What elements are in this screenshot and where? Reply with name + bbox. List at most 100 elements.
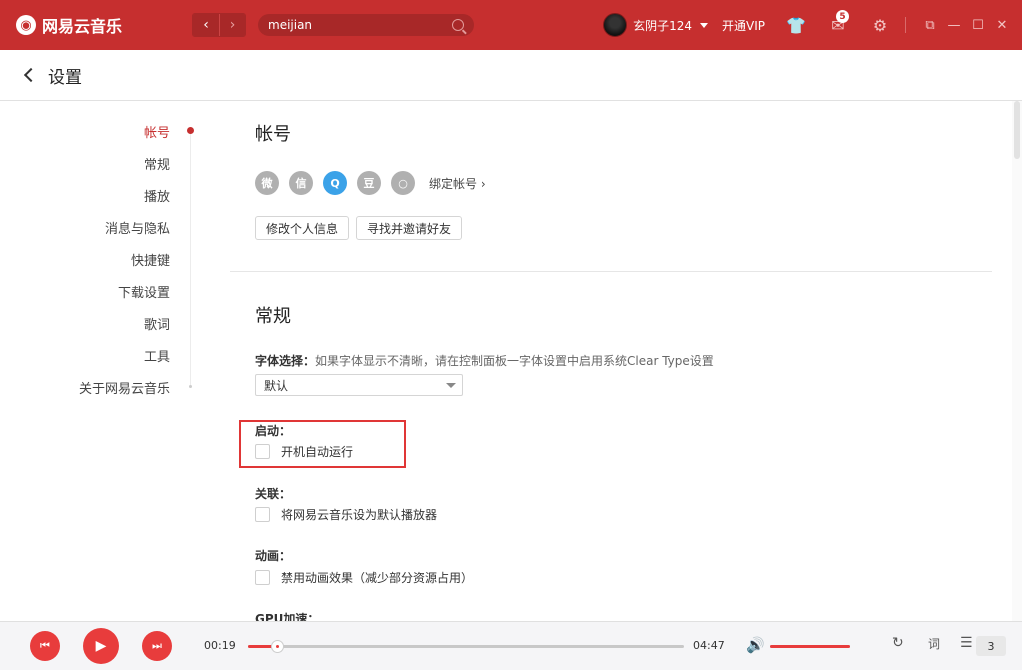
- next-track-icon: ⏭: [152, 639, 162, 652]
- search-icon[interactable]: [452, 19, 464, 31]
- lyrics-icon[interactable]: 词: [928, 635, 940, 652]
- app-name: 网易云音乐: [42, 17, 123, 36]
- startup-checkbox-row[interactable]: 开机自动运行: [255, 443, 353, 460]
- progress-handle[interactable]: [270, 640, 284, 653]
- association-checkbox-row[interactable]: 将网易云音乐设为默认播放器: [255, 506, 437, 523]
- account-buttons: 修改个人信息 寻找并邀请好友: [255, 216, 469, 240]
- weibo-icon[interactable]: 微: [255, 171, 279, 195]
- edit-profile-button[interactable]: 修改个人信息: [255, 216, 350, 240]
- startup-label-text: 启动：: [255, 424, 292, 438]
- player-bar: ⏮ ▶ ⏭ 00:19 04:47 🔊 ↻ 词 ☰ 3: [0, 621, 1022, 670]
- animation-label-text: 动画：: [255, 549, 292, 563]
- chevron-left-icon[interactable]: [23, 67, 39, 83]
- association-label: 关联：: [255, 485, 291, 502]
- nav-item-account[interactable]: 帐号: [144, 122, 170, 141]
- user-area: 玄阴子124 开通VIP 👕 ✉ 5 ⚙ ⧉ — ☐ ✕: [603, 0, 1022, 50]
- nav-item-general[interactable]: 常规: [144, 154, 170, 173]
- scrollbar-thumb[interactable]: [1014, 101, 1020, 159]
- close-icon: ✕: [996, 17, 1008, 33]
- font-hint: 如果字体显示不清晰，请在控制面板一字体设置中启用系统Clear Type设置: [315, 354, 714, 368]
- history-nav: ‹ ›: [192, 13, 246, 37]
- nav-active-dot: [187, 127, 194, 134]
- other-account-icon[interactable]: ○: [391, 171, 415, 195]
- loop-mode-icon[interactable]: ↻: [892, 635, 904, 651]
- settings-header: 设置: [0, 50, 1022, 101]
- animation-checkbox-row[interactable]: 禁用动画效果（减少部分资源占用）: [255, 569, 473, 586]
- vertical-scrollbar[interactable]: [1012, 101, 1022, 621]
- startup-checkbox[interactable]: [255, 444, 270, 459]
- account-section-title: 帐号: [255, 124, 291, 145]
- nav-item-playback[interactable]: 播放: [144, 186, 170, 205]
- total-time: 04:47: [693, 639, 725, 652]
- nav-track-line: [190, 131, 191, 387]
- nav-item-about[interactable]: 关于网易云音乐: [79, 378, 170, 397]
- back-button[interactable]: ‹: [193, 14, 219, 36]
- playlist-count[interactable]: 3: [976, 636, 1006, 656]
- previous-track-icon: ⏮: [40, 639, 50, 652]
- close-button[interactable]: ✕: [990, 0, 1014, 50]
- nav-item-shortcuts[interactable]: 快捷键: [131, 250, 170, 269]
- startup-option-label: 开机自动运行: [281, 445, 354, 459]
- bind-account-link[interactable]: 绑定帐号 ›: [429, 175, 486, 192]
- mini-mode-button[interactable]: ⧉: [918, 0, 942, 50]
- association-option-label: 将网易云音乐设为默认播放器: [281, 508, 438, 522]
- mail-badge: 5: [836, 10, 849, 23]
- association-label-text: 关联：: [255, 487, 292, 501]
- maximize-icon: ☐: [972, 17, 984, 33]
- minimize-button[interactable]: —: [942, 0, 966, 50]
- chevron-down-icon[interactable]: [700, 22, 708, 28]
- open-vip-link[interactable]: 开通VIP: [722, 17, 765, 34]
- maximize-button[interactable]: ☐: [966, 0, 990, 50]
- gpu-label: GPU加速：: [255, 610, 319, 621]
- playlist-icon[interactable]: ☰: [960, 635, 973, 651]
- general-section-title: 常规: [255, 306, 291, 327]
- settings-content: 帐号 微 信 Q 豆 ○ 绑定帐号 › 修改个人信息 寻找并邀请好友 常规 字体…: [230, 101, 1012, 621]
- current-time: 00:19: [204, 639, 236, 652]
- volume-icon[interactable]: 🔊: [746, 636, 765, 654]
- search-input[interactable]: [268, 18, 452, 32]
- wechat-icon[interactable]: 信: [289, 171, 313, 195]
- gear-icon: ⚙: [872, 15, 888, 35]
- volume-fill: [770, 645, 850, 648]
- tshirt-icon: 👕: [786, 15, 806, 35]
- invite-friends-button[interactable]: 寻找并邀请好友: [356, 216, 463, 240]
- volume-slider[interactable]: [770, 645, 850, 648]
- douban-icon[interactable]: 豆: [357, 171, 381, 195]
- nav-item-download[interactable]: 下载设置: [118, 282, 170, 301]
- startup-label: 启动：: [255, 422, 291, 439]
- username[interactable]: 玄阴子124: [633, 17, 692, 34]
- next-button[interactable]: ⏭: [142, 631, 172, 661]
- mini-mode-icon: ⧉: [925, 17, 935, 33]
- forward-button[interactable]: ›: [219, 14, 245, 36]
- skin-button[interactable]: 👕: [775, 0, 817, 50]
- messages-button[interactable]: ✉ 5: [817, 0, 859, 50]
- font-label: 字体选择：: [255, 354, 316, 368]
- settings-nav: 帐号 常规 播放 消息与隐私 快捷键 下载设置 歌词 工具 关于网易云音乐: [0, 101, 230, 621]
- settings-button[interactable]: ⚙: [859, 0, 901, 50]
- title-bar: ◉ 网易云音乐 ‹ › 玄阴子124 开通VIP 👕 ✉ 5 ⚙ ⧉ — ☐: [0, 0, 1022, 50]
- page-title: 设置: [48, 67, 82, 88]
- progress-bar[interactable]: [248, 640, 684, 653]
- disable-animation-checkbox[interactable]: [255, 570, 270, 585]
- font-select[interactable]: 默认: [255, 374, 463, 396]
- nav-item-lyrics[interactable]: 歌词: [144, 314, 170, 333]
- qq-icon[interactable]: Q: [323, 171, 347, 195]
- nav-end-dot: [189, 385, 192, 388]
- avatar[interactable]: [603, 13, 628, 37]
- default-player-checkbox[interactable]: [255, 507, 270, 522]
- previous-button[interactable]: ⏮: [30, 631, 60, 661]
- gpu-label-text: GPU加速：: [255, 612, 320, 621]
- nav-item-tools[interactable]: 工具: [144, 346, 170, 365]
- animation-option-label: 禁用动画效果（减少部分资源占用）: [281, 571, 474, 585]
- font-setting-label: 字体选择：如果字体显示不清晰，请在控制面板一字体设置中启用系统Clear Typ…: [255, 352, 714, 369]
- app-logo[interactable]: ◉ 网易云音乐: [16, 13, 186, 37]
- nav-item-privacy[interactable]: 消息与隐私: [105, 218, 170, 237]
- animation-label: 动画：: [255, 547, 291, 564]
- play-button[interactable]: ▶: [83, 628, 119, 664]
- search-box[interactable]: [258, 14, 474, 36]
- section-divider: [230, 271, 992, 272]
- titlebar-divider: [905, 17, 906, 33]
- play-icon: ▶: [95, 638, 107, 654]
- font-select-value: 默认: [264, 378, 289, 393]
- social-bind-row: 微 信 Q 豆 ○ 绑定帐号 ›: [255, 171, 486, 195]
